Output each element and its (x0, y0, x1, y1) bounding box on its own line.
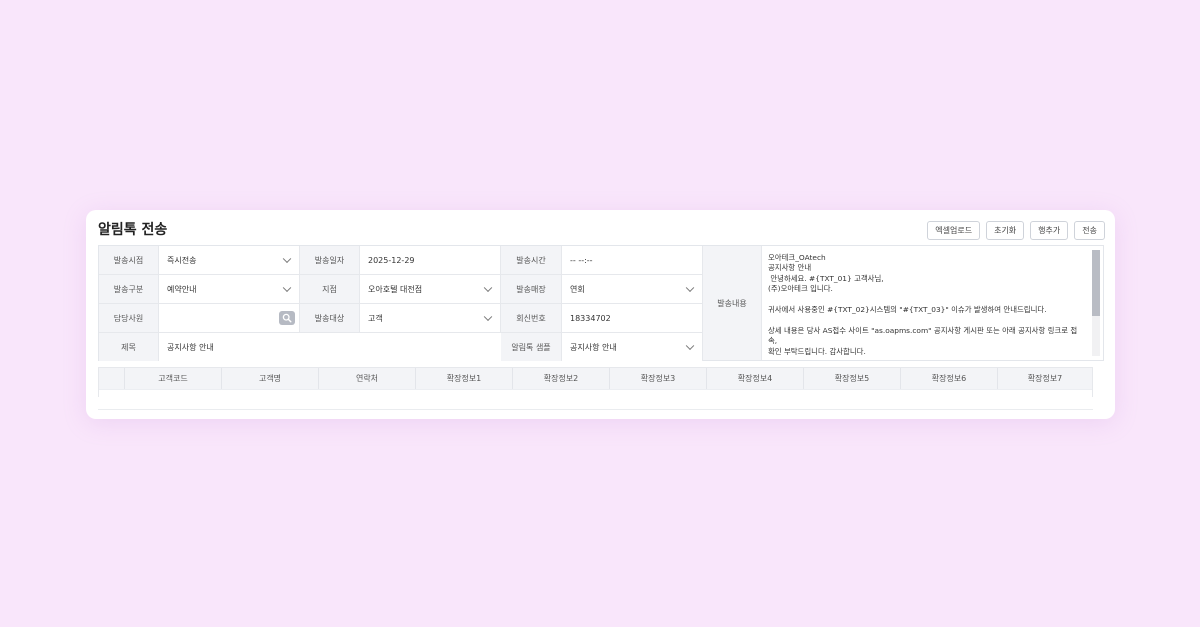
grid-col-header[interactable]: 확장정보5 (803, 368, 900, 389)
reply-number-label: 회신번호 (501, 304, 562, 333)
recipient-grid: 고객코드 고객명 연락처 확장정보1 확장정보2 확장정보3 확장정보4 확장정… (98, 367, 1093, 397)
grid-col-header[interactable]: 고객명 (221, 368, 318, 389)
excel-upload-button[interactable]: 엑셀업로드 (927, 221, 981, 240)
grid-col-header[interactable]: 연락처 (318, 368, 415, 389)
send-time-label: 발송시간 (501, 246, 562, 275)
store-select[interactable]: 연회 (562, 275, 703, 304)
content-text: 오아테크_OAtech 공지사항 안내 안녕하세요. #{TXT_01} 고객사… (768, 253, 1078, 356)
branch-label: 지점 (300, 275, 360, 304)
staff-input[interactable] (159, 304, 300, 333)
content-scrollbar[interactable] (1092, 250, 1100, 356)
send-type-value: 예약안내 (167, 284, 197, 294)
send-timing-select[interactable]: 즉시전송 (159, 246, 300, 275)
grid-col-header[interactable]: 확장정보2 (512, 368, 609, 389)
chevron-down-icon (483, 283, 493, 293)
branch-select[interactable]: 오아호텔 대전점 (360, 275, 501, 304)
alimtalk-send-panel: 알림톡 전송 엑셀업로드 초기화 행추가 전송 발송시점 즉시전송 발송일자 2… (86, 210, 1115, 419)
grid-col-header[interactable]: 확장정보7 (997, 368, 1092, 389)
sample-select[interactable]: 공지사항 안내 (562, 333, 703, 361)
grid-col-header[interactable]: 확장정보1 (415, 368, 512, 389)
search-icon (282, 313, 292, 323)
send-date-input[interactable]: 2025-12-29 (360, 246, 501, 275)
page-title: 알림톡 전송 (98, 222, 168, 238)
divider (98, 409, 1093, 410)
grid-col-header[interactable]: 확장정보4 (706, 368, 803, 389)
branch-value: 오아호텔 대전점 (368, 284, 423, 294)
send-form: 발송시점 즉시전송 발송일자 2025-12-29 발송시간 -- --:-- … (98, 245, 1104, 361)
send-button[interactable]: 전송 (1074, 221, 1105, 240)
staff-search-button[interactable] (279, 311, 295, 325)
send-date-label: 발송일자 (300, 246, 360, 275)
toolbar: 엑셀업로드 초기화 행추가 전송 (927, 221, 1105, 240)
add-row-button[interactable]: 행추가 (1030, 221, 1069, 240)
chevron-down-icon (685, 341, 695, 351)
reply-number-input[interactable]: 18334702 (562, 304, 703, 333)
subject-value: 공지사항 안내 (167, 342, 214, 352)
grid-col-header[interactable]: 고객코드 (124, 368, 221, 389)
grid-body (99, 389, 1092, 397)
store-value: 연회 (570, 284, 585, 294)
chevron-down-icon (282, 283, 292, 293)
staff-label: 담당사원 (99, 304, 159, 333)
target-label: 발송대상 (300, 304, 360, 333)
grid-col-header[interactable]: 확장정보6 (900, 368, 997, 389)
target-select[interactable]: 고객 (360, 304, 501, 333)
send-type-select[interactable]: 예약안내 (159, 275, 300, 304)
send-date-value: 2025-12-29 (368, 255, 415, 265)
reply-number-value: 18334702 (570, 313, 611, 323)
send-type-label: 발송구분 (99, 275, 159, 304)
grid-header: 고객코드 고객명 연락처 확장정보1 확장정보2 확장정보3 확장정보4 확장정… (99, 367, 1092, 389)
subject-label: 제목 (99, 333, 159, 361)
content-label: 발송내용 (703, 246, 762, 360)
grid-row-number-header (99, 368, 124, 389)
send-time-input[interactable]: -- --:-- (562, 246, 703, 275)
reset-button[interactable]: 초기화 (986, 221, 1025, 240)
target-value: 고객 (368, 313, 383, 323)
grid-col-header[interactable]: 확장정보3 (609, 368, 706, 389)
send-timing-value: 즉시전송 (167, 255, 197, 265)
subject-input[interactable]: 공지사항 안내 (159, 333, 502, 361)
send-timing-label: 발송시점 (99, 246, 159, 275)
content-textarea[interactable]: 오아테크_OAtech 공지사항 안내 안녕하세요. #{TXT_01} 고객사… (762, 246, 1104, 360)
sample-value: 공지사항 안내 (570, 342, 617, 352)
chevron-down-icon (685, 283, 695, 293)
sample-label: 알림톡 샘플 (501, 333, 562, 361)
scrollbar-thumb[interactable] (1092, 250, 1100, 316)
send-time-value: -- --:-- (570, 255, 593, 265)
store-label: 발송매장 (501, 275, 562, 304)
chevron-down-icon (282, 254, 292, 264)
chevron-down-icon (483, 312, 493, 322)
